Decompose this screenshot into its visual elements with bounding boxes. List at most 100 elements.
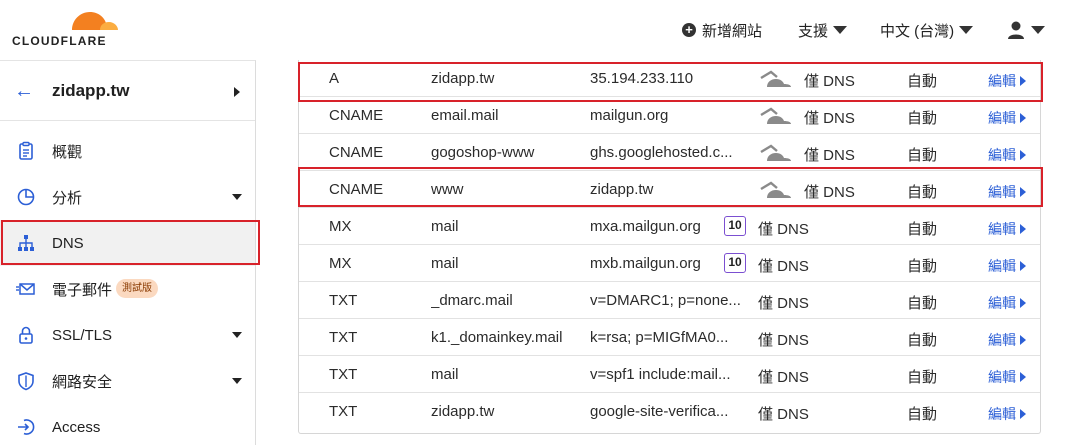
shield-icon bbox=[18, 372, 34, 391]
edit-label: 編輯 bbox=[988, 295, 1016, 311]
record-ttl: 自動 bbox=[907, 332, 938, 349]
record-type: CNAME bbox=[329, 144, 384, 161]
caret-right-icon bbox=[1020, 76, 1026, 86]
record-ttl: 自動 bbox=[907, 73, 938, 90]
edit-record-button[interactable]: 編輯 bbox=[988, 367, 1026, 387]
sidebar-item-label: 網路安全 bbox=[52, 373, 113, 391]
caret-right-icon bbox=[1020, 409, 1026, 419]
clipboard-icon bbox=[19, 141, 33, 160]
user-icon bbox=[1008, 21, 1024, 39]
record-content: ghs.googlehosted.c... bbox=[590, 144, 733, 161]
caret-right-icon bbox=[1020, 113, 1026, 123]
caret-right-icon bbox=[234, 87, 240, 97]
caret-down-icon bbox=[1031, 26, 1045, 34]
record-ttl: 自動 bbox=[907, 406, 938, 423]
edit-label: 編輯 bbox=[988, 73, 1016, 89]
site-name: zidapp.tw bbox=[52, 81, 130, 100]
access-icon bbox=[18, 419, 35, 435]
table-row[interactable]: A zidapp.tw 35.194.233.110 僅 DNS 自動 編輯 bbox=[299, 60, 1040, 97]
record-name: www bbox=[431, 181, 464, 198]
sidebar-item-label: 電子郵件 bbox=[52, 281, 113, 299]
support-menu[interactable]: 支援 bbox=[798, 18, 848, 42]
record-name: mail bbox=[431, 366, 459, 383]
record-name: gogoshop-www bbox=[431, 144, 535, 161]
user-menu[interactable] bbox=[1006, 18, 1045, 42]
cloudflare-logo[interactable]: CLOUDFLARE bbox=[12, 8, 122, 48]
edit-record-button[interactable]: 編輯 bbox=[988, 256, 1026, 276]
record-name: _dmarc.mail bbox=[431, 292, 513, 309]
proxy-status: 僅 DNS bbox=[758, 295, 809, 312]
table-row[interactable]: MX mail mxa.mailgun.org 10 僅 DNS 自動 編輯 bbox=[299, 208, 1040, 245]
edit-record-button[interactable]: 編輯 bbox=[988, 330, 1026, 350]
cloud-dns-only-icon[interactable] bbox=[757, 104, 793, 128]
sidebar-item-overview[interactable]: 概觀 bbox=[0, 128, 255, 174]
table-row[interactable]: TXT _dmarc.mail v=DMARC1; p=none... 僅 DN… bbox=[299, 282, 1040, 319]
sidebar-item-label: SSL/TLS bbox=[52, 326, 113, 344]
proxy-status: 僅 DNS bbox=[758, 221, 809, 238]
table-row[interactable]: TXT zidapp.tw google-site-verifica... 僅 … bbox=[299, 393, 1040, 430]
cloudflare-cloud-icon bbox=[72, 12, 118, 30]
top-header: CLOUDFLARE + 新增網站 支援 中文 (台灣) bbox=[0, 0, 1068, 60]
sidebar-item-security[interactable]: 網路安全 bbox=[0, 358, 255, 404]
proxy-status: 僅 DNS bbox=[804, 110, 855, 127]
record-content: 35.194.233.110 bbox=[590, 70, 694, 87]
edit-record-button[interactable]: 編輯 bbox=[988, 404, 1026, 424]
record-type: MX bbox=[329, 255, 352, 272]
record-ttl: 自動 bbox=[907, 110, 938, 127]
record-content: k=rsa; p=MIGfMA0... bbox=[590, 329, 729, 346]
language-menu[interactable]: 中文 (台灣) bbox=[880, 18, 974, 42]
edit-record-button[interactable]: 編輯 bbox=[988, 293, 1026, 313]
edit-label: 編輯 bbox=[988, 110, 1016, 126]
pie-chart-icon bbox=[17, 188, 35, 206]
mx-priority-badge: 10 bbox=[724, 216, 746, 236]
record-type: TXT bbox=[329, 403, 358, 420]
sidebar-item-analytics[interactable]: 分析 bbox=[0, 174, 255, 220]
record-content: google-site-verifica... bbox=[590, 403, 729, 420]
cloud-dns-only-icon[interactable] bbox=[757, 178, 793, 202]
sidebar-item-email[interactable]: 電子郵件 測試版 bbox=[0, 266, 255, 312]
sidebar-item-label: 分析 bbox=[52, 189, 83, 207]
edit-record-button[interactable]: 編輯 bbox=[988, 145, 1026, 165]
sidebar-item-access[interactable]: Access bbox=[0, 404, 255, 445]
edit-record-button[interactable]: 編輯 bbox=[988, 219, 1026, 239]
record-ttl: 自動 bbox=[907, 258, 938, 275]
mx-priority-badge: 10 bbox=[724, 253, 746, 273]
record-type: TXT bbox=[329, 329, 358, 346]
edit-label: 編輯 bbox=[988, 221, 1016, 237]
caret-right-icon bbox=[1020, 298, 1026, 308]
caret-right-icon bbox=[1020, 261, 1026, 271]
record-name: email.mail bbox=[431, 107, 499, 124]
table-row[interactable]: TXT mail v=spf1 include:mail... 僅 DNS 自動… bbox=[299, 356, 1040, 393]
caret-right-icon bbox=[1020, 372, 1026, 382]
record-name: zidapp.tw bbox=[431, 403, 495, 420]
table-row[interactable]: TXT k1._domainkey.mail k=rsa; p=MIGfMA0.… bbox=[299, 319, 1040, 356]
add-site-button[interactable]: + 新增網站 bbox=[682, 18, 762, 42]
plus-circle-icon: + bbox=[682, 23, 696, 37]
edit-record-button[interactable]: 編輯 bbox=[988, 71, 1026, 91]
sidebar-item-ssl-tls[interactable]: SSL/TLS bbox=[0, 312, 255, 358]
cloud-dns-only-icon[interactable] bbox=[757, 141, 793, 165]
network-icon bbox=[18, 235, 34, 251]
record-type: A bbox=[329, 70, 340, 87]
table-row[interactable]: CNAME email.mail mailgun.org 僅 DNS 自動 編輯 bbox=[299, 97, 1040, 134]
proxy-status: 僅 DNS bbox=[758, 406, 809, 423]
record-ttl: 自動 bbox=[907, 184, 938, 201]
edit-record-button[interactable]: 編輯 bbox=[988, 182, 1026, 202]
sidebar-item-label: Access bbox=[52, 418, 101, 436]
proxy-status: 僅 DNS bbox=[758, 369, 809, 386]
back-arrow-icon[interactable]: ← bbox=[14, 80, 34, 103]
table-row[interactable]: CNAME gogoshop-www ghs.googlehosted.c...… bbox=[299, 134, 1040, 171]
caret-down-icon bbox=[232, 378, 242, 384]
site-selector[interactable]: ← zidapp.tw bbox=[0, 61, 255, 121]
record-type: TXT bbox=[329, 366, 358, 383]
table-row[interactable]: MX mail mxb.mailgun.org 10 僅 DNS 自動 編輯 bbox=[299, 245, 1040, 282]
cloud-dns-only-icon[interactable] bbox=[757, 67, 793, 91]
sidebar-item-dns[interactable]: DNS bbox=[0, 220, 255, 266]
dns-records-table: A zidapp.tw 35.194.233.110 僅 DNS 自動 編輯 C… bbox=[298, 60, 1041, 434]
record-name: mail bbox=[431, 218, 459, 235]
record-ttl: 自動 bbox=[907, 369, 938, 386]
sidebar-item-label: 概觀 bbox=[52, 143, 83, 161]
edit-record-button[interactable]: 編輯 bbox=[988, 108, 1026, 128]
table-row[interactable]: CNAME www zidapp.tw 僅 DNS 自動 編輯 bbox=[299, 171, 1040, 208]
edit-label: 編輯 bbox=[988, 184, 1016, 200]
